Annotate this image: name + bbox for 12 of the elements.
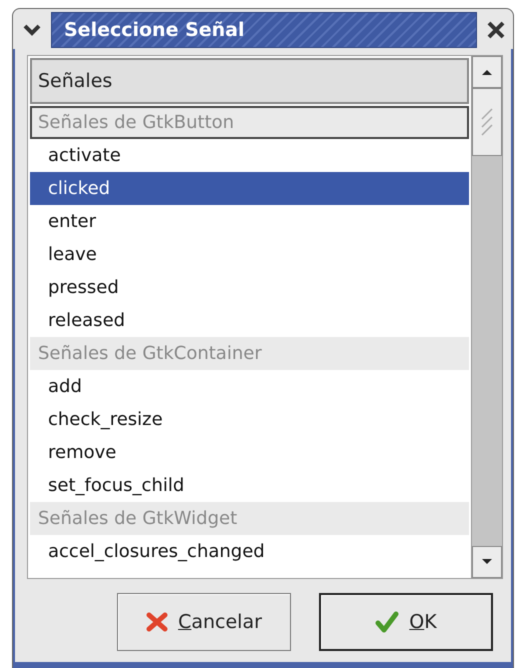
window-title: Seleccione Señal	[51, 12, 477, 48]
up-arrow-icon	[481, 68, 493, 76]
column-header[interactable]: Señales	[30, 58, 469, 104]
ok-button[interactable]: OK	[319, 593, 493, 651]
scroll-down-button[interactable]	[472, 546, 502, 578]
cancel-button[interactable]: Cancelar	[117, 593, 291, 651]
scroll-up-button[interactable]	[472, 56, 502, 88]
list-item[interactable]: clicked	[30, 172, 469, 205]
close-icon	[146, 612, 168, 632]
down-arrow-icon	[481, 558, 493, 566]
checkmark-icon	[375, 611, 400, 633]
scrollbar-thumb[interactable]	[472, 88, 502, 156]
